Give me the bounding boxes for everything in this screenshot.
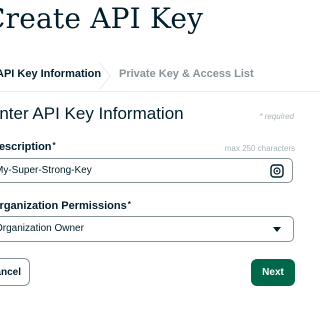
description-label-text: Description: [0, 141, 52, 153]
create-api-key-page: Create API Key API Key Information Priva…: [0, 0, 320, 320]
selected-permission: Organization Owner: [0, 223, 84, 234]
caret-down-icon: [273, 227, 281, 232]
password-manager-icon[interactable]: [270, 164, 284, 178]
organization-permissions-select[interactable]: Organization Owner: [0, 216, 294, 242]
wizard-steps: API Key Information Private Key & Access…: [0, 60, 320, 92]
permissions-label-text: Organization Permissions: [0, 200, 127, 212]
description-label: Description*: [0, 141, 56, 153]
step-separator-icon: [99, 63, 111, 89]
description-char-limit: max 250 characters: [224, 144, 295, 153]
next-button[interactable]: Next: [251, 259, 295, 286]
required-note: * required: [259, 112, 294, 121]
page-title: Create API Key: [0, 2, 204, 35]
tab-api-key-information[interactable]: API Key Information: [0, 68, 101, 80]
tab-private-key-access-list[interactable]: Private Key & Access List: [119, 68, 254, 80]
cancel-button[interactable]: Cancel: [0, 258, 30, 286]
description-input[interactable]: [0, 159, 255, 182]
section-heading: Enter API Key Information: [0, 104, 184, 123]
required-asterisk: *: [127, 200, 131, 209]
permissions-label: Organization Permissions*: [0, 200, 131, 212]
description-field[interactable]: [0, 158, 293, 183]
required-asterisk: *: [52, 141, 56, 150]
